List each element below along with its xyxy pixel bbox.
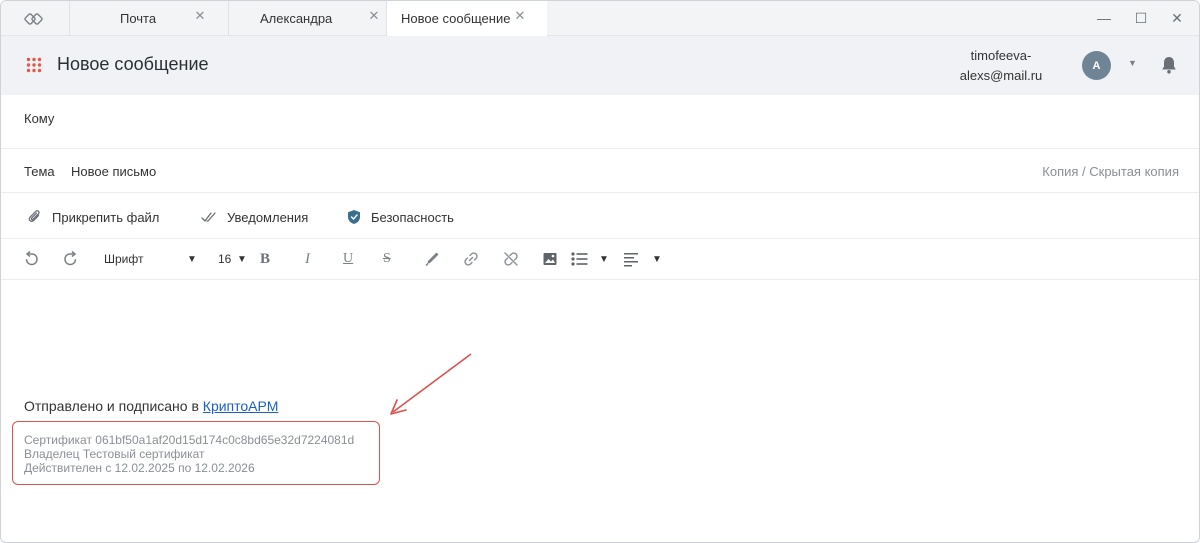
paperclip-icon: [28, 210, 40, 222]
user-email: timofeeva- alexs@mail.ru: [941, 46, 1061, 86]
certificate-info-highlight: Сертификат 061bf50a1af20d15d174c0c8bd65e…: [12, 421, 380, 485]
actions-row: Прикрепить файл Уведомления Безопасность: [1, 193, 1199, 239]
formatting-toolbar: Шрифт ▼ 16 ▼ B I U S ▼ ▼: [1, 239, 1199, 280]
notifications-button[interactable]: Уведомления: [201, 208, 308, 226]
title-bar: Почта ✕ Александра ✕ Новое сообщение ✕ —…: [1, 1, 1199, 36]
underline-icon[interactable]: U: [343, 250, 353, 268]
cc-bcc-link[interactable]: Копия / Скрытая копия: [1042, 164, 1179, 179]
recipient-row[interactable]: Кому: [1, 95, 1199, 149]
maximize-icon[interactable]: ☐: [1132, 9, 1150, 27]
certificate-id: Сертификат 061bf50a1af20d15d174c0c8bd65e…: [24, 433, 355, 447]
to-label: Кому: [24, 111, 55, 126]
caret-down-icon[interactable]: ▼: [187, 250, 197, 268]
image-icon[interactable]: [542, 250, 558, 268]
close-icon[interactable]: ✕: [514, 9, 526, 22]
tab-mail[interactable]: Почта ✕: [69, 1, 229, 36]
security-button[interactable]: Безопасность: [347, 208, 454, 226]
certificate-validity: Действителен с 12.02.2025 по 12.02.2026: [24, 461, 255, 475]
redo-icon[interactable]: [63, 250, 79, 268]
tab-label: Александра: [260, 11, 333, 26]
tab-label: Новое сообщение: [401, 11, 511, 26]
tab-new-message[interactable]: Новое сообщение ✕: [387, 1, 547, 36]
italic-icon[interactable]: I: [305, 250, 310, 268]
caret-down-icon[interactable]: ▼: [652, 250, 662, 268]
link-icon[interactable]: [463, 250, 479, 268]
user-email-line: timofeeva-: [970, 48, 1032, 63]
undo-icon[interactable]: [23, 250, 39, 268]
apps-grid-icon[interactable]: [26, 57, 42, 73]
close-icon[interactable]: ✕: [368, 9, 380, 22]
page-title: Новое сообщение: [57, 54, 209, 74]
user-email-line: alexs@mail.ru: [959, 68, 1043, 83]
app-logo-icon: [24, 13, 43, 25]
security-label: Безопасность: [371, 209, 454, 225]
signature-line: Отправлено и подписано в КриптоАРМ: [24, 398, 278, 414]
close-icon[interactable]: ✕: [194, 9, 206, 22]
window-close-icon[interactable]: ✕: [1168, 9, 1186, 27]
attach-file-button[interactable]: Прикрепить файл: [28, 208, 159, 226]
annotation-arrow: [390, 353, 472, 415]
cryptoarm-link[interactable]: КриптоАРМ: [203, 398, 279, 414]
subject-row: Тема Новое письмо Копия / Скрытая копия: [1, 149, 1199, 193]
caret-down-icon[interactable]: ▼: [599, 250, 609, 268]
caret-down-icon[interactable]: ▼: [1128, 58, 1137, 68]
highlighter-icon[interactable]: [424, 250, 440, 268]
caret-down-icon[interactable]: ▼: [237, 250, 247, 268]
notifications-label: Уведомления: [227, 209, 309, 225]
minimize-icon[interactable]: —: [1095, 9, 1113, 27]
attach-file-label: Прикрепить файл: [52, 209, 160, 225]
double-check-icon: [201, 212, 216, 222]
font-select[interactable]: Шрифт: [104, 250, 143, 268]
app-header: Новое сообщение timofeeva- alexs@mail.ru…: [1, 36, 1199, 95]
font-size-select[interactable]: 16: [218, 250, 231, 268]
tab-aleksandra[interactable]: Александра ✕: [229, 1, 387, 36]
unlink-icon[interactable]: [503, 250, 519, 268]
signature-text: Отправлено и подписано в: [24, 398, 203, 414]
bullet-list-icon[interactable]: [571, 250, 588, 268]
shield-icon: [348, 210, 360, 224]
tab-label: Почта: [120, 11, 157, 26]
bell-icon[interactable]: [1160, 55, 1178, 75]
strikethrough-icon[interactable]: S: [383, 250, 391, 268]
avatar[interactable]: A: [1082, 51, 1111, 80]
subject-input[interactable]: Новое письмо: [71, 164, 156, 179]
bold-icon[interactable]: B: [260, 250, 270, 268]
align-left-icon[interactable]: [623, 250, 639, 268]
mail-window: Почта ✕ Александра ✕ Новое сообщение ✕ —…: [0, 0, 1200, 543]
subject-label: Тема: [24, 164, 55, 179]
certificate-owner: Владелец Тестовый сертификат: [24, 447, 205, 461]
